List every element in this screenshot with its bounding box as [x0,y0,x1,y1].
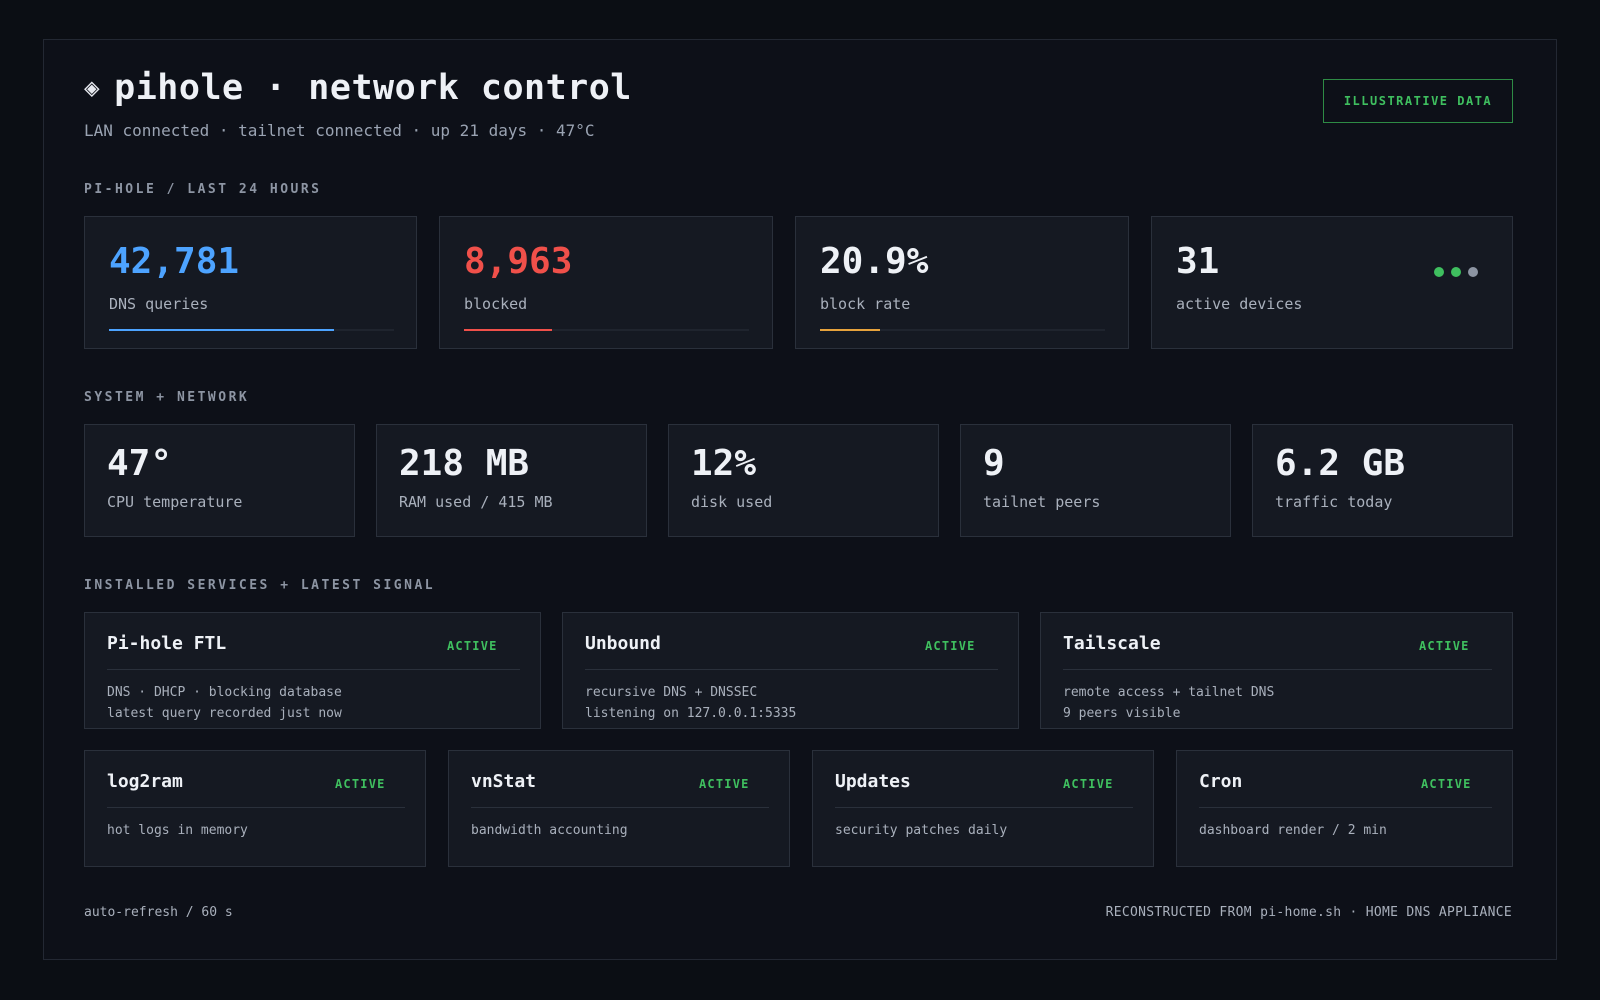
connection-status: LAN connected · tailnet connected · up 2… [84,121,595,140]
status-badge: ACTIVE [1419,639,1470,653]
divider [585,669,998,670]
service-name: Cron [1199,771,1243,792]
service-card-tailscale: Tailscale ACTIVE remote access + tailnet… [1040,612,1513,729]
service-detail: DNS · DHCP · blocking database [107,685,342,700]
status-dot [1451,267,1461,277]
divider [107,669,520,670]
service-name: log2ram [107,771,183,792]
service-card-cron: Cron ACTIVE dashboard render / 2 min [1176,750,1513,867]
stat-label: blocked [464,295,528,313]
stat-card-block-rate: 20.9% block rate [795,216,1129,349]
status-badge: ACTIVE [447,639,498,653]
service-name: Updates [835,771,911,792]
progress-fill [820,329,880,331]
service-detail: remote access + tailnet DNS [1063,685,1275,700]
service-name: Unbound [585,633,661,654]
service-detail: latest query recorded just now [107,706,342,721]
sys-label: traffic today [1275,493,1393,511]
status-badge: ACTIVE [1063,777,1114,791]
service-name: Pi-hole FTL [107,633,227,654]
sys-value: 6.2 GB [1275,443,1406,484]
sys-card-cpu: 47° CPU temperature [84,424,355,537]
page-title-text: pihole · network control [114,68,632,108]
service-name: vnStat [471,771,537,792]
sys-label: RAM used / 415 MB [399,493,553,511]
stat-card-blocked: 8,963 blocked [439,216,773,349]
service-detail: listening on 127.0.0.1:5335 [585,706,797,721]
stat-value: 8,963 [464,241,573,282]
service-detail: security patches daily [835,823,1008,838]
footer-source-note: RECONSTRUCTED FROM pi-home.sh · HOME DNS… [1105,905,1512,920]
divider [835,807,1133,808]
progress-track [109,329,394,331]
progress-track [820,329,1105,331]
stat-value: 31 [1176,241,1220,282]
stat-card-active-devices: 31 active devices [1151,216,1513,349]
stat-label: DNS queries [109,295,209,313]
service-detail: hot logs in memory [107,823,248,838]
service-detail: 9 peers visible [1063,706,1181,721]
sys-card-tailnet: 9 tailnet peers [960,424,1231,537]
sys-card-disk: 12% disk used [668,424,939,537]
sys-label: CPU temperature [107,493,243,511]
auto-refresh-note: auto-refresh / 60 s [84,905,233,920]
progress-fill [109,329,335,331]
divider [471,807,769,808]
stat-label: block rate [820,295,911,313]
service-detail: recursive DNS + DNSSEC [585,685,758,700]
page-title: ◈ pihole · network control [84,68,632,108]
sys-value: 12% [691,443,757,484]
sys-card-ram: 218 MB RAM used / 415 MB [376,424,647,537]
divider [1063,669,1492,670]
service-card-log2ram: log2ram ACTIVE hot logs in memory [84,750,426,867]
stat-value: 20.9% [820,241,929,282]
diamond-icon: ◈ [84,73,101,103]
device-status-dots [1434,267,1478,277]
service-card-vnstat: vnStat ACTIVE bandwidth accounting [448,750,790,867]
illustrative-data-badge: ILLUSTRATIVE DATA [1323,79,1513,123]
section-label-pihole: PI-HOLE / LAST 24 HOURS [84,182,322,197]
status-dot [1468,267,1478,277]
section-label-system: SYSTEM + NETWORK [84,390,250,405]
service-name: Tailscale [1063,633,1161,654]
sys-label: disk used [691,493,773,511]
status-badge: ACTIVE [1421,777,1472,791]
service-card-unbound: Unbound ACTIVE recursive DNS + DNSSEC li… [562,612,1019,729]
sys-value: 218 MB [399,443,530,484]
progress-track [464,329,749,331]
status-dot [1434,267,1444,277]
sys-value: 9 [983,443,1005,484]
divider [107,807,405,808]
status-badge: ACTIVE [925,639,976,653]
service-card-updates: Updates ACTIVE security patches daily [812,750,1154,867]
progress-fill [464,329,553,331]
stat-label: active devices [1176,295,1303,313]
sys-card-traffic: 6.2 GB traffic today [1252,424,1513,537]
service-detail: bandwidth accounting [471,823,628,838]
stat-value: 42,781 [109,241,240,282]
status-badge: ACTIVE [335,777,386,791]
divider [1199,807,1492,808]
service-card-pihole-ftl: Pi-hole FTL ACTIVE DNS · DHCP · blocking… [84,612,541,729]
status-badge: ACTIVE [699,777,750,791]
service-detail: dashboard render / 2 min [1199,823,1387,838]
stat-card-dns-queries: 42,781 DNS queries [84,216,417,349]
sys-value: 47° [107,443,173,484]
section-label-services: INSTALLED SERVICES + LATEST SIGNAL [84,578,436,593]
sys-label: tailnet peers [983,493,1101,511]
